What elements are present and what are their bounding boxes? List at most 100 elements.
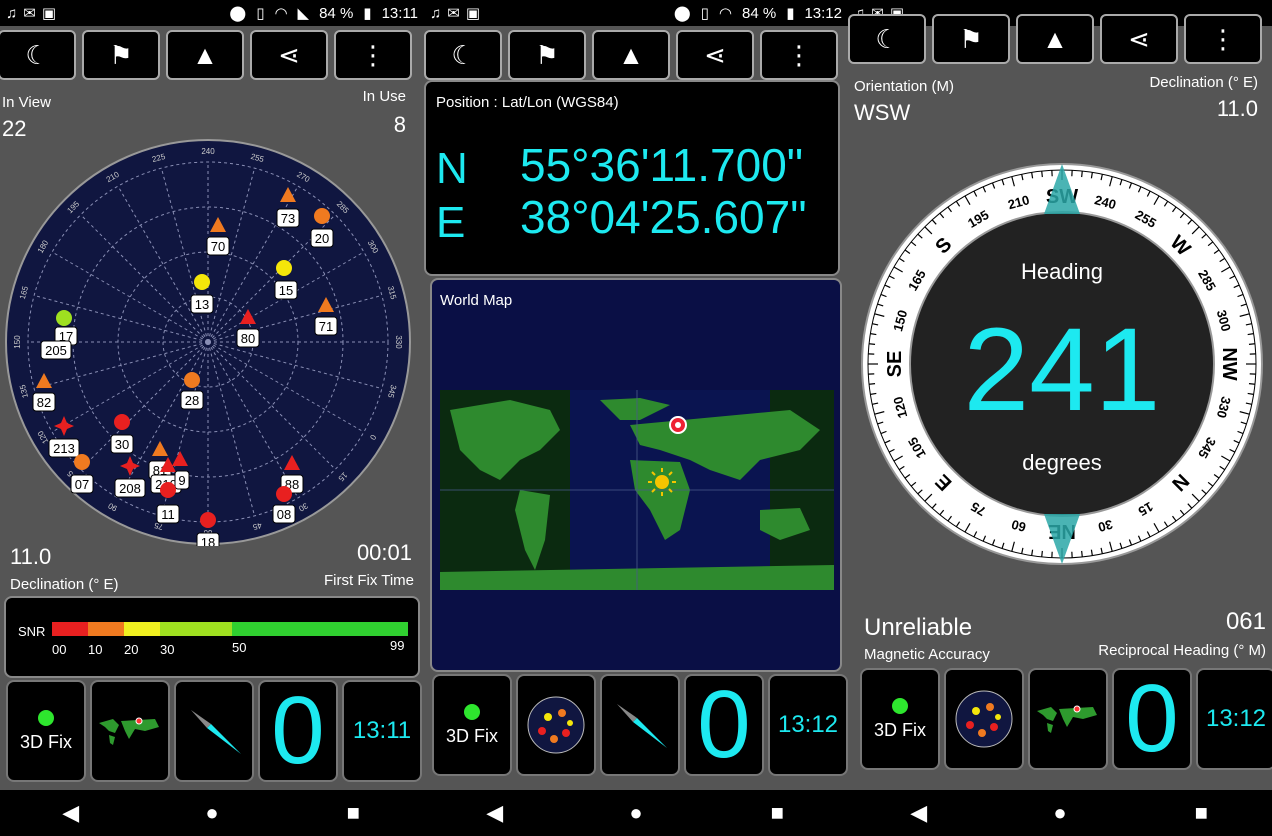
declination-value: 11.0 [10,544,52,569]
heading-label: Heading [1021,259,1103,284]
battery-icon: ▮ [786,5,795,22]
more-vert-icon: ⋮ [786,39,812,70]
satellite-count-tile[interactable]: 0 [1112,668,1192,770]
azimuth-tick-label: 240 [201,147,215,156]
first-fix-value: 00:01 [356,540,412,565]
nav-bar: ◀ ● ■ [0,790,424,836]
wifi-icon: ◠ [718,5,732,22]
navigation-arrow-icon: ▲ [192,39,218,70]
night-mode-button[interactable]: ☾ [0,30,76,80]
recents-icon[interactable]: ■ [1181,800,1221,826]
share-button[interactable]: ⋖ [1100,14,1178,64]
share-button[interactable]: ⋖ [250,30,328,80]
night-mode-button[interactable]: ☾ [424,30,502,80]
fix-status-tile[interactable]: 3D Fix [6,680,86,782]
sky-plot-icon [955,690,1013,748]
navigate-button[interactable]: ▲ [166,30,244,80]
position-title: Position : Lat/Lon (WGS84) [436,94,619,111]
azimuth-tick-label: 150 [13,335,22,349]
compass-tile[interactable] [600,674,680,776]
dial-label: NW [1218,347,1240,380]
map-thumbnail-tile[interactable] [90,680,170,782]
compass-needle-icon [191,710,241,754]
satellite-id: 30 [115,437,129,452]
satellite-id: 205 [45,343,67,358]
orientation-value: WSW [854,100,911,125]
share-icon: ⋖ [704,39,726,70]
declination-label: Declination (° E) [1149,74,1258,91]
satellite-marker[interactable]: 205 [40,340,72,360]
satellite-id: 20 [315,231,329,246]
recents-icon[interactable]: ■ [757,800,797,826]
satellite-count: 0 [1125,665,1179,772]
satellite-count-tile[interactable]: 0 [258,680,338,782]
toolbar: ☾ ⚑ ▲ ⋖ ⋮ [424,30,848,82]
satellite-id: 80 [241,331,255,346]
compass-tile[interactable] [174,680,254,782]
fix-label: 3D Fix [445,725,498,746]
time-text: 13:11 [352,717,412,744]
fix-label: 3D Fix [19,731,72,752]
navigate-button[interactable]: ▲ [1016,14,1094,64]
declination-label: Declination (° E) [10,576,119,593]
more-button[interactable]: ⋮ [760,30,838,80]
snr-tick: 20 [124,642,139,657]
navigate-button[interactable]: ▲ [592,30,670,80]
time-tile[interactable]: 13:11 [342,680,422,782]
satellite-count: 0 [271,677,325,784]
heading-value: 241 [964,304,1161,436]
fix-status-tile[interactable]: 3D Fix [860,668,940,770]
reciprocal-heading-value: 061 [1225,608,1266,635]
home-icon[interactable]: ● [1040,800,1080,826]
orientation-label: Orientation (M) [854,78,955,95]
home-icon[interactable]: ● [616,800,656,826]
snr-tick: 50 [232,640,247,655]
snr-color-bar [52,622,408,636]
more-button[interactable]: ⋮ [1184,14,1262,64]
satellite-id: 13 [195,297,209,312]
nav-bar: ◀ ● ■ [848,790,1272,836]
fix-label: 3D Fix [873,719,926,740]
in-use-label: In Use [362,88,406,105]
mail-icon: ✉ [447,5,460,22]
sky-thumbnail-tile[interactable] [944,668,1024,770]
declination-value: 11.0 [1216,96,1258,121]
status-bar: ♫ ✉ ▣ ⬤ ▯ ◠ ◣ 84 % ▮ 13:11 [0,0,424,26]
waypoint-button[interactable]: ⚑ [932,14,1010,64]
snr-tick: 00 [52,642,67,657]
compass-dial[interactable]: SW240255W285300NW330345N1530NE6075E10512… [860,162,1264,566]
satellite-id: 70 [211,239,225,254]
music-icon: ♫ [430,4,442,22]
satellite-count-tile[interactable]: 0 [684,674,764,776]
world-map-icon [99,717,159,745]
waypoint-button[interactable]: ⚑ [82,30,160,80]
toolbar: ☾ ⚑ ▲ ⋖ ⋮ [848,14,1272,66]
home-icon[interactable]: ● [192,800,232,826]
sky-plot-icon [527,696,585,754]
compass-screen: ♫ ✉ ▣ ☾ ⚑ ▲ ⋖ ⋮ Orientation (M) WSW Decl… [848,0,1272,836]
time-tile[interactable]: 13:12 [1196,668,1272,770]
night-mode-button[interactable]: ☾ [848,14,926,64]
fix-dot-icon [464,703,480,720]
toolbar: ☾ ⚑ ▲ ⋖ ⋮ [0,30,424,82]
battery-text: 84 % [741,4,777,22]
back-icon[interactable]: ◀ [899,800,939,826]
waypoint-button[interactable]: ⚑ [508,30,586,80]
image-icon: ▣ [41,5,57,22]
fix-status-tile[interactable]: 3D Fix [432,674,512,776]
sky-thumbnail-tile[interactable] [516,674,596,776]
world-map-box[interactable]: World Map [430,278,842,672]
share-button[interactable]: ⋖ [676,30,754,80]
back-icon[interactable]: ◀ [475,800,515,826]
vibrate-icon: ▯ [700,5,709,22]
map-thumbnail-tile[interactable] [1028,668,1108,770]
person-flag-icon: ⚑ [109,39,133,70]
sky-plot[interactable]: 2402552702853003153303450153045607590105… [4,138,412,546]
time-tile[interactable]: 13:12 [768,674,848,776]
navigation-arrow-icon: ▲ [1042,23,1068,54]
back-icon[interactable]: ◀ [51,800,91,826]
more-button[interactable]: ⋮ [334,30,412,80]
world-map-icon [1037,705,1097,733]
in-use-value: 8 [393,112,406,137]
recents-icon[interactable]: ■ [333,800,373,826]
